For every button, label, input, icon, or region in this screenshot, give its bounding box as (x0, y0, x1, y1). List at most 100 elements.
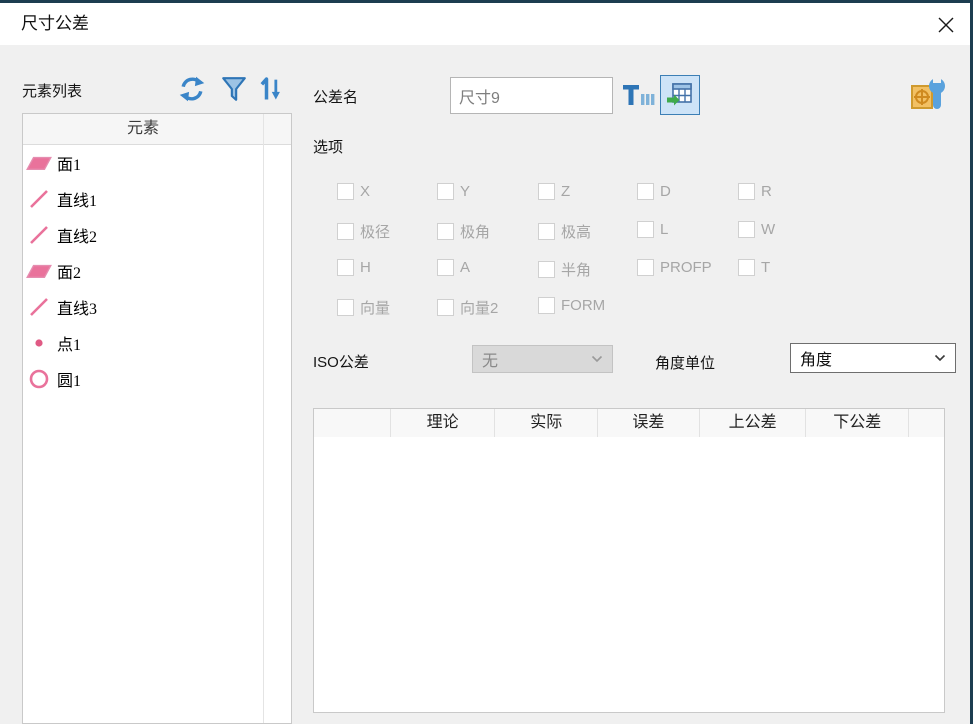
iso-tolerance-value: 无 (482, 347, 498, 371)
option-checkbox[interactable]: A (437, 259, 470, 276)
checkbox-label: 极径 (360, 221, 390, 242)
refresh-icon[interactable] (178, 75, 206, 103)
element-list-header: 元素 (23, 114, 291, 145)
element-column-header: 元素 (23, 114, 263, 144)
checkbox-icon[interactable] (637, 259, 654, 276)
list-item-label: 直线2 (57, 223, 97, 247)
list-item-label: 圆1 (57, 367, 81, 391)
list-item[interactable]: 点1 (23, 325, 262, 361)
tolerance-name-label: 公差名 (313, 86, 358, 107)
list-item[interactable]: 面1 (23, 145, 262, 181)
option-checkbox[interactable]: L (637, 221, 668, 238)
table-header-cell: 误差 (598, 409, 700, 437)
list-item[interactable]: 面2 (23, 253, 262, 289)
option-checkbox[interactable]: 向量 (337, 297, 390, 318)
checkbox-icon[interactable] (738, 259, 755, 276)
checkbox-label: 极高 (561, 221, 591, 242)
list-item[interactable]: 直线1 (23, 181, 262, 217)
tolerance-settings-icon[interactable] (904, 74, 950, 114)
angle-unit-select[interactable]: 角度 (790, 343, 956, 373)
option-checkbox[interactable]: Y (437, 183, 470, 200)
checkbox-icon[interactable] (337, 259, 354, 276)
option-checkbox[interactable]: 向量2 (437, 297, 498, 318)
checkbox-icon[interactable] (637, 221, 654, 238)
line-icon (26, 224, 52, 246)
close-icon[interactable] (936, 15, 956, 35)
dialog-title: 尺寸公差 (21, 3, 89, 45)
checkbox-label: W (761, 221, 775, 238)
checkbox-label: Z (561, 183, 570, 200)
titlebar: 尺寸公差 (0, 3, 970, 45)
angle-unit-value: 角度 (800, 346, 832, 370)
option-checkbox[interactable]: R (738, 183, 772, 200)
checkbox-icon[interactable] (337, 299, 354, 316)
checkbox-icon[interactable] (538, 223, 555, 240)
tolerance-name-input[interactable] (450, 77, 613, 114)
list-item[interactable]: 直线2 (23, 217, 262, 253)
checkbox-label: R (761, 183, 772, 200)
angle-unit-label: 角度单位 (655, 352, 715, 373)
checkbox-label: D (660, 183, 671, 200)
iso-tolerance-label: ISO公差 (313, 351, 369, 372)
checkbox-label: FORM (561, 297, 605, 314)
option-checkbox[interactable]: Z (538, 183, 570, 200)
list-item-label: 面1 (57, 151, 81, 175)
checkbox-icon[interactable] (637, 183, 654, 200)
list-item-label: 点1 (57, 331, 81, 355)
options-label: 选项 (313, 136, 343, 157)
checkbox-icon[interactable] (337, 223, 354, 240)
list-item-label: 面2 (57, 259, 81, 283)
option-checkbox[interactable]: 极高 (538, 221, 591, 242)
option-checkbox[interactable]: T (738, 259, 770, 276)
checkbox-icon[interactable] (738, 221, 755, 238)
dimension-tolerance-dialog: 尺寸公差 元素列表 元素 面1 (0, 0, 973, 724)
option-checkbox[interactable]: 极径 (337, 221, 390, 242)
checkbox-label: X (360, 183, 370, 200)
checkbox-icon[interactable] (538, 261, 555, 278)
list-item[interactable]: 圆1 (23, 361, 262, 397)
list-item-label: 直线1 (57, 187, 97, 211)
option-checkbox[interactable]: W (738, 221, 775, 238)
option-checkbox[interactable]: 半角 (538, 259, 591, 280)
table-header-cell: 下公差 (806, 409, 909, 437)
list-column-divider (263, 114, 264, 723)
chevron-down-icon (591, 355, 603, 363)
checkbox-label: L (660, 221, 668, 238)
checkbox-icon[interactable] (538, 297, 555, 314)
send-to-table-button[interactable] (660, 75, 700, 115)
table-header-cell: 实际 (495, 409, 598, 437)
point-icon (26, 332, 52, 354)
checkbox-icon[interactable] (437, 259, 454, 276)
checkbox-icon[interactable] (437, 299, 454, 316)
option-checkbox[interactable]: PROFP (637, 259, 712, 276)
checkbox-label: 极角 (460, 221, 490, 242)
sort-icon[interactable] (256, 75, 284, 103)
iso-tolerance-select[interactable]: 无 (472, 345, 613, 373)
table-header-cell (909, 409, 944, 437)
checkbox-icon[interactable] (738, 183, 755, 200)
table-header-cell: 理论 (391, 409, 496, 437)
checkbox-icon[interactable] (437, 183, 454, 200)
option-checkbox[interactable]: 极角 (437, 221, 490, 242)
table-add-icon (666, 81, 694, 109)
element-list-items: 面1 直线1 直线2 面2 直线3 点1 圆1 (23, 145, 262, 723)
option-checkbox[interactable]: D (637, 183, 671, 200)
filter-icon[interactable] (221, 75, 247, 103)
checkbox-icon[interactable] (437, 223, 454, 240)
checkbox-icon[interactable] (538, 183, 555, 200)
option-checkbox[interactable]: FORM (538, 297, 605, 314)
results-table-header: 理论实际误差上公差下公差 (314, 409, 944, 438)
element-list-title: 元素列表 (22, 80, 82, 101)
checkbox-label: 向量 (360, 297, 390, 318)
checkbox-label: A (460, 259, 470, 276)
line-icon (26, 188, 52, 210)
list-item[interactable]: 直线3 (23, 289, 262, 325)
checkbox-label: 半角 (561, 259, 591, 280)
checkbox-label: T (761, 259, 770, 276)
option-checkbox[interactable]: H (337, 259, 371, 276)
checkbox-label: PROFP (660, 259, 712, 276)
text-measure-icon[interactable] (621, 83, 655, 107)
checkbox-icon[interactable] (337, 183, 354, 200)
line-icon (26, 296, 52, 318)
option-checkbox[interactable]: X (337, 183, 370, 200)
